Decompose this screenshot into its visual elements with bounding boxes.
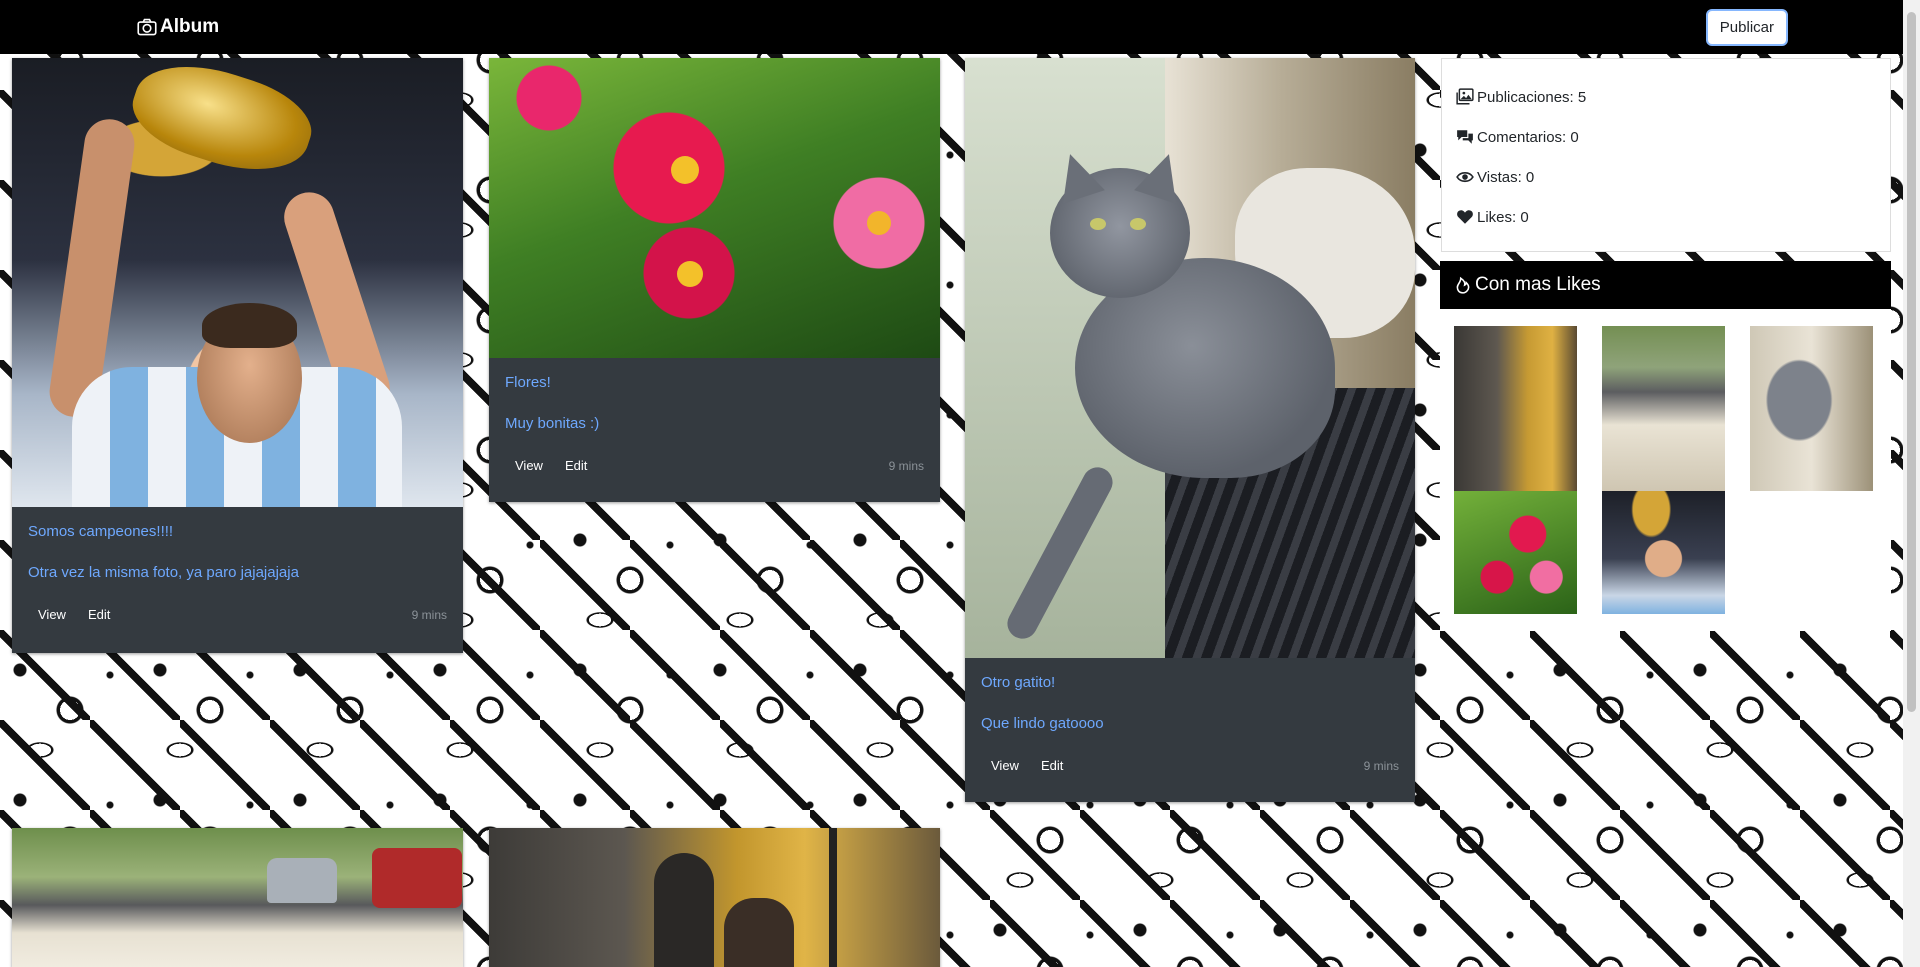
top-thumb[interactable] (1454, 491, 1577, 614)
post-title[interactable]: Somos campeones!!!! (28, 523, 447, 540)
brand-title: Album (160, 16, 220, 37)
stats-panel: Publicaciones: 5 Comentarios: 0 Vistas: … (1441, 58, 1891, 252)
stat-likes: Likes: 0 (1456, 197, 1876, 237)
top-liked-grid (1440, 309, 1891, 631)
post-image[interactable] (965, 58, 1415, 658)
post-time: 9 mins (1363, 758, 1399, 773)
post-card (489, 828, 940, 967)
post-title[interactable]: Otro gatito! (981, 674, 1399, 691)
fire-icon (1456, 276, 1470, 294)
view-button[interactable]: View (981, 754, 1029, 777)
post-card: Flores! Muy bonitas :) View Edit 9 mins (489, 58, 940, 502)
top-liked-header: Con mas Likes (1440, 261, 1891, 309)
stat-publicaciones: Publicaciones: 5 (1456, 77, 1876, 117)
post-time: 9 mins (411, 607, 447, 622)
stat-label: Publicaciones: 5 (1477, 88, 1587, 106)
heart-icon (1457, 210, 1473, 224)
top-thumb[interactable] (1602, 326, 1725, 491)
images-icon (1456, 88, 1474, 105)
post-text: Que lindo gatoooo (981, 715, 1104, 732)
post-card: Somos campeones!!!! Otra vez la misma fo… (12, 58, 463, 653)
brand-link[interactable]: Album (137, 16, 219, 38)
post-title[interactable]: Flores! (505, 374, 924, 391)
edit-button[interactable]: Edit (1031, 754, 1073, 777)
post-image[interactable] (489, 828, 940, 967)
post-image[interactable] (12, 828, 463, 967)
page-scrollbar[interactable] (1903, 0, 1920, 967)
view-button[interactable]: View (505, 454, 553, 477)
top-navbar: Album Publicar (0, 0, 1920, 54)
top-thumb[interactable] (1602, 491, 1725, 614)
scrollbar-thumb[interactable] (1907, 12, 1916, 712)
edit-button[interactable]: Edit (78, 603, 120, 626)
post-card: Otro gatito! Que lindo gatoooo View Edit… (965, 58, 1415, 802)
camera-icon (137, 18, 157, 36)
post-image[interactable] (12, 58, 463, 507)
eye-icon (1456, 171, 1474, 183)
post-text: Muy bonitas :) (505, 415, 600, 432)
stat-vistas: Vistas: 0 (1456, 157, 1876, 197)
post-image[interactable] (489, 58, 940, 358)
stat-comentarios: Comentarios: 0 (1456, 117, 1876, 157)
stat-label: Likes: 0 (1477, 208, 1529, 226)
chat-icon (1457, 130, 1473, 144)
post-text: Otra vez la misma foto, ya paro jajajaja… (28, 564, 299, 581)
top-liked-title: Con mas Likes (1475, 274, 1601, 295)
post-card (12, 828, 463, 967)
stat-label: Vistas: 0 (1477, 168, 1535, 186)
view-button[interactable]: View (28, 603, 76, 626)
stat-label: Comentarios: 0 (1477, 128, 1579, 146)
top-thumb[interactable] (1750, 326, 1873, 491)
publish-button[interactable]: Publicar (1705, 8, 1788, 46)
top-thumb[interactable] (1454, 326, 1577, 491)
post-time: 9 mins (888, 458, 924, 473)
edit-button[interactable]: Edit (555, 454, 597, 477)
